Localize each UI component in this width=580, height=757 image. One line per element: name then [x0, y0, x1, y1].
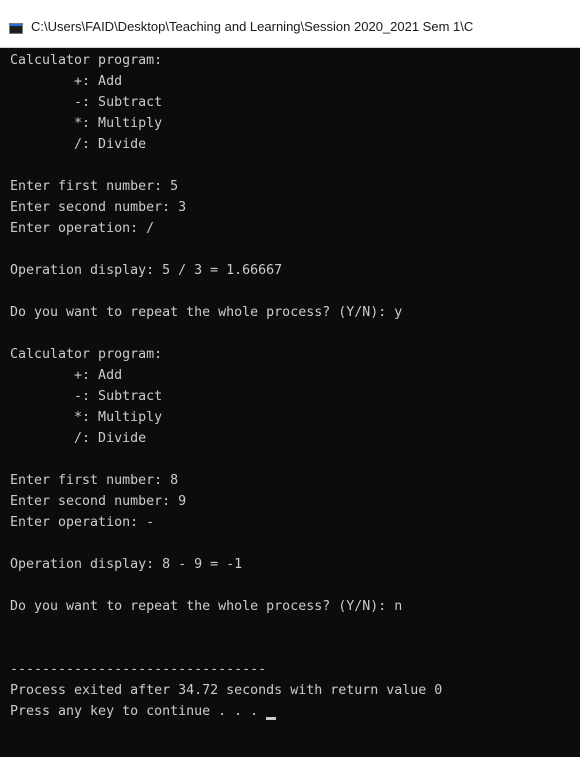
console-line: -: Subtract	[10, 95, 163, 110]
console-line: Enter second number: 9	[10, 494, 187, 509]
console-line: Enter second number: 3	[10, 200, 187, 215]
console-line: Operation display: 5 / 3 = 1.66667	[10, 263, 283, 278]
window-titlebar[interactable]: C:\Users\FAID\Desktop\Teaching and Learn…	[0, 0, 580, 48]
console-line: Do you want to repeat the whole process?…	[10, 599, 403, 614]
console-line: Enter operation: /	[10, 221, 155, 236]
text-cursor	[266, 717, 276, 720]
console-line: Calculator program:	[10, 53, 163, 68]
console-output[interactable]: Calculator program: +: Add -: Subtract *…	[0, 48, 580, 757]
console-line: *: Multiply	[10, 116, 163, 131]
console-line: Calculator program:	[10, 347, 163, 362]
console-line: Operation display: 8 - 9 = -1	[10, 557, 243, 572]
window-title: C:\Users\FAID\Desktop\Teaching and Learn…	[31, 19, 474, 34]
console-line: /: Divide	[10, 431, 147, 446]
console-line: Press any key to continue . . .	[10, 704, 267, 719]
console-line: Do you want to repeat the whole process?…	[10, 305, 403, 320]
console-line: +: Add	[10, 74, 123, 89]
console-line: Enter first number: 5	[10, 179, 179, 194]
console-app-icon[interactable]	[9, 23, 23, 34]
console-line: +: Add	[10, 368, 123, 383]
console-line: Enter operation: -	[10, 515, 155, 530]
console-line: Enter first number: 8	[10, 473, 179, 488]
console-line: /: Divide	[10, 137, 147, 152]
console-line: Process exited after 34.72 seconds with …	[10, 683, 443, 698]
console-line: -: Subtract	[10, 389, 163, 404]
console-line: --------------------------------	[10, 662, 267, 677]
console-line: *: Multiply	[10, 410, 163, 425]
